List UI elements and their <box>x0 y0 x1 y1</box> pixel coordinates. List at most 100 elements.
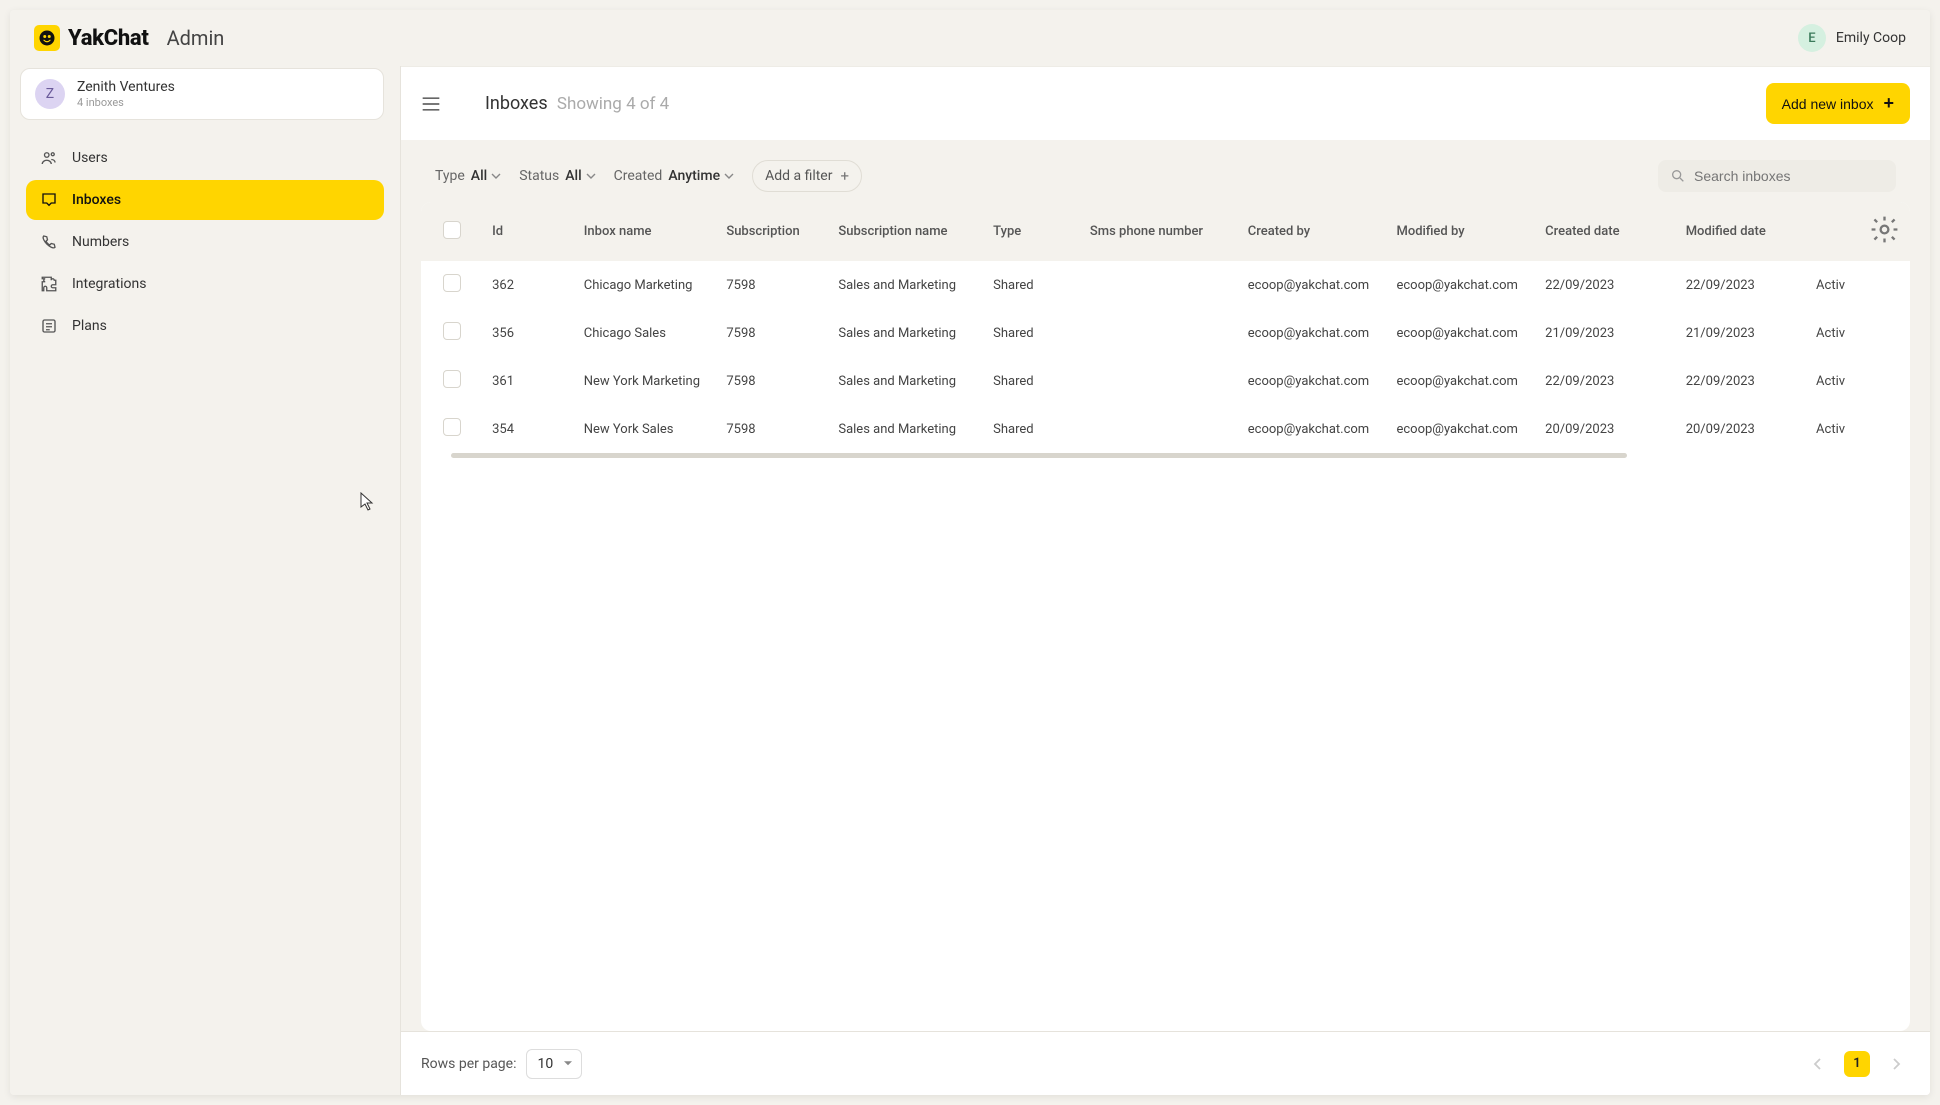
sidebar-item-label: Numbers <box>72 234 129 250</box>
cell-id: 361 <box>482 357 574 405</box>
columns-settings-button[interactable] <box>1869 234 1900 249</box>
sidebar-item-plans[interactable]: Plans <box>26 306 384 346</box>
sidebar-item-users[interactable]: Users <box>26 138 384 178</box>
col-created-by[interactable]: Created by <box>1238 202 1387 261</box>
cell-inbox-name: Chicago Marketing <box>574 261 717 309</box>
cell-modified-by: ecoop@yakchat.com <box>1386 405 1535 453</box>
rows-per-page-select[interactable]: 10 <box>526 1049 582 1079</box>
cell-created-date: 22/09/2023 <box>1535 357 1676 405</box>
table-row[interactable]: 354 New York Sales 7598 Sales and Market… <box>421 405 1910 453</box>
user-name: Emily Coop <box>1836 30 1906 46</box>
pager-prev-button[interactable] <box>1804 1050 1832 1078</box>
cell-created-date: 22/09/2023 <box>1535 261 1676 309</box>
cell-sms <box>1080 357 1238 405</box>
add-new-inbox-button[interactable]: Add new inbox + <box>1766 83 1910 124</box>
table-row[interactable]: 362 Chicago Marketing 7598 Sales and Mar… <box>421 261 1910 309</box>
cell-modified-date: 22/09/2023 <box>1676 357 1806 405</box>
cell-type: Shared <box>983 405 1080 453</box>
user-chip[interactable]: E Emily Coop <box>1798 24 1906 52</box>
col-type[interactable]: Type <box>983 202 1080 261</box>
users-icon <box>40 149 58 167</box>
col-subscription[interactable]: Subscription <box>716 202 828 261</box>
filter-row: Type All Status All Created Anytime <box>421 150 1910 202</box>
cell-type: Shared <box>983 309 1080 357</box>
col-sms-phone[interactable]: Sms phone number <box>1080 202 1238 261</box>
inboxes-table: Id Inbox name Subscription Subscription … <box>421 202 1910 453</box>
cell-created-by: ecoop@yakchat.com <box>1238 357 1387 405</box>
pagination-footer: Rows per page: 10 1 <box>401 1031 1930 1095</box>
cell-inbox-name: New York Sales <box>574 405 717 453</box>
plans-icon <box>40 317 58 335</box>
cell-modified-by: ecoop@yakchat.com <box>1386 261 1535 309</box>
cell-modified-date: 20/09/2023 <box>1676 405 1806 453</box>
search-input-wrap[interactable] <box>1658 160 1896 192</box>
col-subscription-name[interactable]: Subscription name <box>828 202 983 261</box>
sidebar-item-label: Integrations <box>72 276 146 292</box>
content: Inboxes Showing 4 of 4 Add new inbox + T… <box>400 66 1930 1095</box>
cell-modified-by: ecoop@yakchat.com <box>1386 357 1535 405</box>
cell-subscription-name: Sales and Marketing <box>828 309 983 357</box>
chevron-down-icon <box>586 171 596 181</box>
row-checkbox[interactable] <box>443 418 461 436</box>
cell-modified-by: ecoop@yakchat.com <box>1386 309 1535 357</box>
filter-created[interactable]: Created Anytime <box>614 168 734 184</box>
page-subtitle: Showing 4 of 4 <box>557 94 669 114</box>
sidebar-item-inboxes[interactable]: Inboxes <box>26 180 384 220</box>
cell-created-by: ecoop@yakchat.com <box>1238 261 1387 309</box>
chevron-down-icon <box>491 171 501 181</box>
cell-subscription: 7598 <box>716 405 828 453</box>
cell-status: Activ <box>1806 357 1859 405</box>
cell-status: Activ <box>1806 261 1859 309</box>
horizontal-scrollbar[interactable] <box>451 453 1627 458</box>
collapse-sidebar-button[interactable] <box>421 96 441 112</box>
org-avatar: Z <box>35 79 65 109</box>
col-status <box>1806 202 1859 261</box>
sidebar-nav: Users Inboxes Numbers Integrations Plans <box>10 138 400 346</box>
phone-icon <box>40 233 58 251</box>
pager-current-page[interactable]: 1 <box>1844 1051 1870 1077</box>
filter-type[interactable]: Type All <box>435 168 501 184</box>
org-subtitle: 4 inboxes <box>77 96 175 109</box>
brand-name: YakChat <box>68 26 149 51</box>
cell-modified-date: 22/09/2023 <box>1676 261 1806 309</box>
cell-sms <box>1080 405 1238 453</box>
col-modified-by[interactable]: Modified by <box>1386 202 1535 261</box>
cell-subscription: 7598 <box>716 309 828 357</box>
col-inbox-name[interactable]: Inbox name <box>574 202 717 261</box>
cell-sms <box>1080 261 1238 309</box>
row-checkbox[interactable] <box>443 322 461 340</box>
search-input[interactable] <box>1694 168 1884 184</box>
cell-created-date: 21/09/2023 <box>1535 309 1676 357</box>
brand-logo-icon <box>34 25 60 51</box>
plus-icon: + <box>840 167 849 185</box>
cell-created-by: ecoop@yakchat.com <box>1238 309 1387 357</box>
org-card[interactable]: Z Zenith Ventures 4 inboxes <box>20 68 384 120</box>
table-row[interactable]: 361 New York Marketing 7598 Sales and Ma… <box>421 357 1910 405</box>
sidebar-item-numbers[interactable]: Numbers <box>26 222 384 262</box>
filter-status[interactable]: Status All <box>519 168 595 184</box>
cell-inbox-name: Chicago Sales <box>574 309 717 357</box>
table-row[interactable]: 356 Chicago Sales 7598 Sales and Marketi… <box>421 309 1910 357</box>
cell-id: 362 <box>482 261 574 309</box>
user-avatar: E <box>1798 24 1826 52</box>
pager-next-button[interactable] <box>1882 1050 1910 1078</box>
row-checkbox[interactable] <box>443 274 461 292</box>
cell-subscription-name: Sales and Marketing <box>828 261 983 309</box>
cell-status: Activ <box>1806 309 1859 357</box>
cell-status: Activ <box>1806 405 1859 453</box>
col-modified-date[interactable]: Modified date <box>1676 202 1806 261</box>
table-card: Id Inbox name Subscription Subscription … <box>421 202 1910 1031</box>
brand: YakChat Admin <box>34 25 224 51</box>
cell-sms <box>1080 309 1238 357</box>
add-filter-button[interactable]: Add a filter + <box>752 160 862 192</box>
plus-icon: + <box>1883 93 1894 114</box>
sidebar-item-label: Plans <box>72 318 107 334</box>
select-all-checkbox[interactable] <box>443 221 461 239</box>
cell-modified-date: 21/09/2023 <box>1676 309 1806 357</box>
org-name: Zenith Ventures <box>77 79 175 95</box>
col-created-date[interactable]: Created date <box>1535 202 1676 261</box>
col-id[interactable]: Id <box>482 202 574 261</box>
cell-type: Shared <box>983 357 1080 405</box>
row-checkbox[interactable] <box>443 370 461 388</box>
sidebar-item-integrations[interactable]: Integrations <box>26 264 384 304</box>
